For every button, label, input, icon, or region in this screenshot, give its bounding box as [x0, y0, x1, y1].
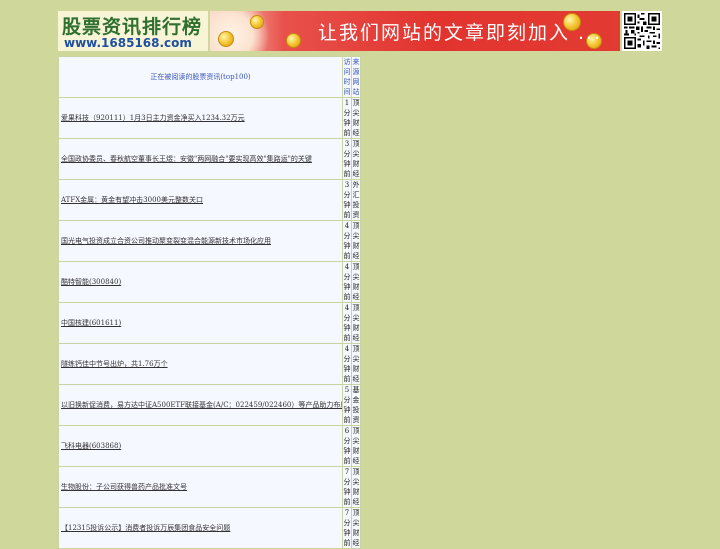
access-time: 1分钟前: [342, 97, 352, 139]
news-cell: 隧练钙佳中节号出炉，共1.76万个: [58, 343, 343, 385]
table-header-row: 正在被阅读的股票资讯(top100) 访问时间 来源网站: [58, 56, 361, 98]
coin-icon: [286, 33, 301, 48]
source-site: 外汇投资: [351, 179, 361, 221]
table-row: 全国政协委员、春秋航空董事长王煜：安徽"两网融合"要实现高效"集路运"的关键 3分…: [58, 138, 361, 180]
news-title-link[interactable]: 中国核建(601611): [61, 319, 121, 327]
source-site: 顶尖财经: [351, 425, 361, 467]
source-site: 顶尖财经: [351, 343, 361, 385]
access-time: 7分钟前: [342, 507, 352, 549]
news-cell: 全国政协委员、春秋航空董事长王煜：安徽"两网融合"要实现高效"集路运"的关键: [58, 138, 343, 180]
qr-code: [622, 11, 662, 51]
access-time: 4分钟前: [342, 343, 352, 385]
access-time: 4分钟前: [342, 261, 352, 303]
news-title-link[interactable]: 生物股份：子公司获得兽药产品批准文号: [61, 483, 187, 491]
access-time: 7分钟前: [342, 466, 352, 508]
news-cell: 生物股份：子公司获得兽药产品批准文号: [58, 466, 343, 508]
news-title-link[interactable]: 以旧换新促消费，易方达中证A500ETF联接基金(A/C：022459/0224…: [61, 401, 342, 409]
news-cell: 飞科电器(603868): [58, 425, 343, 467]
access-time: 5分钟前: [342, 384, 352, 426]
access-time: 3分钟前: [342, 138, 352, 180]
news-title-link[interactable]: ATFX金属：黄金有望冲击3000美元整数关口: [61, 196, 203, 204]
column-header-time: 访问时间: [342, 56, 352, 98]
news-title-link[interactable]: 全国政协委员、春秋航空董事长王煜：安徽"两网融合"要实现高效"集路运"的关键: [61, 155, 312, 163]
coin-icon: [250, 15, 264, 29]
table-row: 国光电气投资成立合资公司推动聚变裂变混合能源新技术市场化应用 4分钟前 顶尖财经: [58, 220, 361, 262]
qr-code-icon: [624, 13, 660, 49]
column-header-source: 来源网站: [351, 56, 361, 98]
news-ranking-table: 正在被阅读的股票资讯(top100) 访问时间 来源网站 爱果科技（920111…: [58, 56, 361, 549]
site-logo[interactable]: 股票资讯排行榜 www.1685168.com: [58, 11, 208, 51]
source-site: 顶尖财经: [351, 138, 361, 180]
news-title-link[interactable]: 【12315投诉公示】消费者投诉万辰集团食品安全问题: [61, 524, 230, 532]
news-cell: ATFX金属：黄金有望冲击3000美元整数关口: [58, 179, 343, 221]
access-time: 3分钟前: [342, 179, 352, 221]
news-cell: 爱果科技（920111）1月3日主力资金净买入1234.32万元: [58, 97, 343, 139]
access-time: 4分钟前: [342, 220, 352, 262]
table-row: 中国核建(601611) 4分钟前 顶尖财经: [58, 302, 361, 344]
table-row: 【12315投诉公示】消费者投诉万辰集团食品安全问题 7分钟前 顶尖财经: [58, 507, 361, 549]
banner-text: 让我们网站的文章即刻加入 ...: [318, 22, 603, 44]
source-site: 顶尖财经: [351, 220, 361, 262]
news-cell: 中国核建(601611): [58, 302, 343, 344]
table-row: 隧练钙佳中节号出炉，共1.76万个 4分钟前 顶尖财经: [58, 343, 361, 385]
table-row: ATFX金属：黄金有望冲击3000美元整数关口 3分钟前 外汇投资: [58, 179, 361, 221]
news-title-link[interactable]: 国光电气投资成立合资公司推动聚变裂变混合能源新技术市场化应用: [61, 237, 271, 245]
ad-banner[interactable]: 让我们网站的文章即刻加入 ...: [210, 11, 620, 51]
news-title-link[interactable]: 酷特智能(300840): [61, 278, 121, 286]
news-cell: 国光电气投资成立合资公司推动聚变裂变混合能源新技术市场化应用: [58, 220, 343, 262]
source-site: 顶尖财经: [351, 507, 361, 549]
news-title-link[interactable]: 飞科电器(603868): [61, 442, 121, 450]
source-site: 顶尖财经: [351, 261, 361, 303]
source-site: 顶尖财经: [351, 302, 361, 344]
access-time: 6分钟前: [342, 425, 352, 467]
table-title: 正在被阅读的股票资讯(top100): [58, 56, 343, 98]
table-row: 以旧换新促消费，易方达中证A500ETF联接基金(A/C：022459/0224…: [58, 384, 361, 426]
news-title-link[interactable]: 隧练钙佳中节号出炉，共1.76万个: [61, 360, 168, 368]
news-cell: 【12315投诉公示】消费者投诉万辰集团食品安全问题: [58, 507, 343, 549]
logo-url: www.1685168.com: [64, 36, 192, 50]
news-cell: 酷特智能(300840): [58, 261, 343, 303]
table-row: 爱果科技（920111）1月3日主力资金净买入1234.32万元 1分钟前 顶尖财经: [58, 97, 361, 139]
source-site: 顶尖财经: [351, 97, 361, 139]
coin-icon: [218, 31, 234, 47]
table-row: 酷特智能(300840) 4分钟前 顶尖财经: [58, 261, 361, 303]
news-title-link[interactable]: 爱果科技（920111）1月3日主力资金净买入1234.32万元: [61, 114, 245, 122]
source-site: 顶尖财经: [351, 466, 361, 508]
logo-title: 股票资讯排行榜: [62, 16, 203, 38]
table-row: 飞科电器(603868) 6分钟前 顶尖财经: [58, 425, 361, 467]
table-row: 生物股份：子公司获得兽药产品批准文号 7分钟前 顶尖财经: [58, 466, 361, 508]
access-time: 4分钟前: [342, 302, 352, 344]
source-site: 基金投资: [351, 384, 361, 426]
news-cell: 以旧换新促消费，易方达中证A500ETF联接基金(A/C：022459/0224…: [58, 384, 343, 426]
